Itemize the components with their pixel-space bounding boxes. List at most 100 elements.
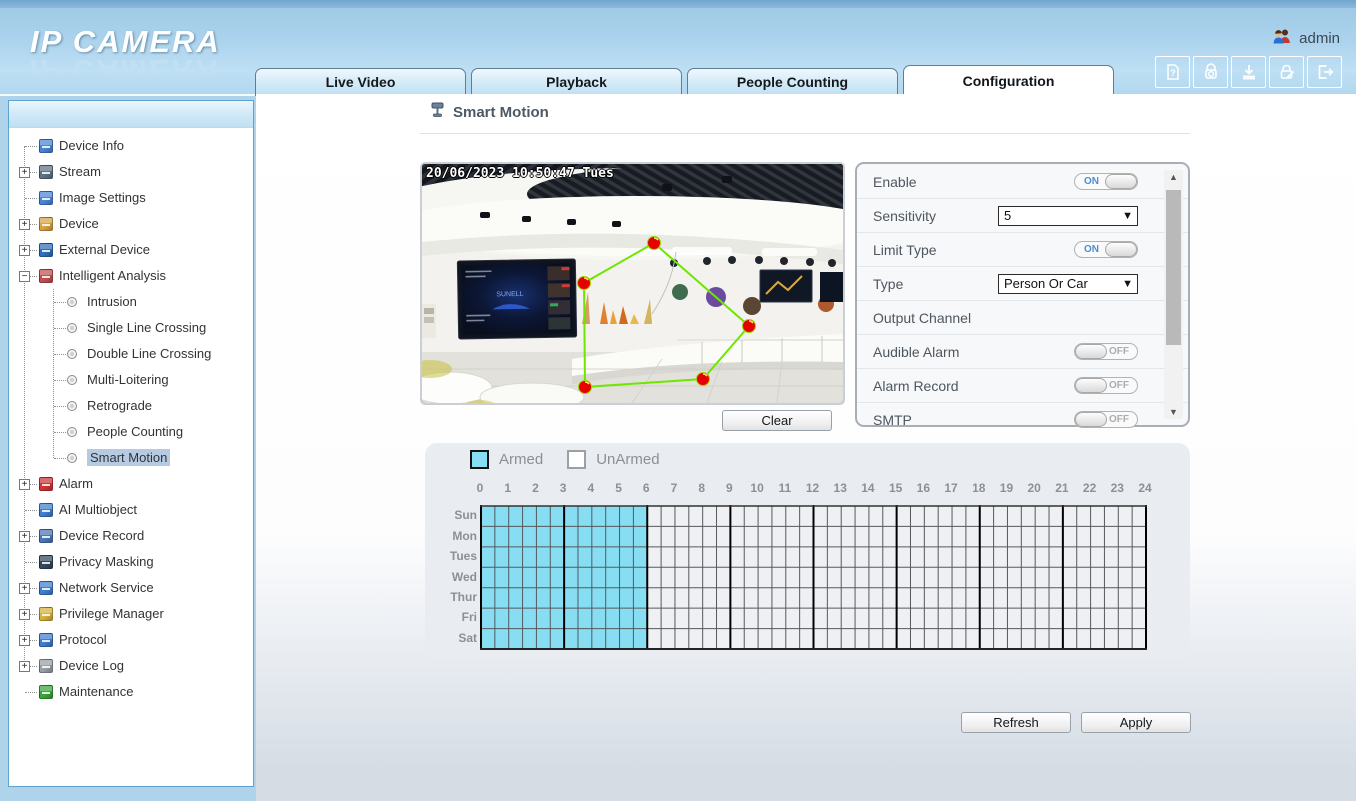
- audible-alarm-toggle[interactable]: OFF: [1074, 343, 1138, 360]
- sidebar-item-label: Retrograde: [87, 398, 152, 413]
- chevron-down-icon: ▼: [1122, 275, 1133, 293]
- type-select[interactable]: Person Or Car▼: [998, 274, 1138, 294]
- app-logo-reflection: IP CAMERA: [30, 52, 221, 88]
- sidebar-item-device-record[interactable]: + Device Record: [9, 523, 253, 549]
- sidebar-item-smart-motion[interactable]: Smart Motion: [9, 445, 253, 471]
- refresh-button[interactable]: Refresh: [961, 712, 1071, 733]
- toggle-knob[interactable]: [1105, 242, 1137, 257]
- sidebar-item-intelligent-analysis[interactable]: −Intelligent Analysis: [9, 263, 253, 289]
- sidebar-item-label: Device Log: [59, 658, 124, 673]
- hour-label: 3: [560, 481, 567, 495]
- help-icon[interactable]: ?: [1155, 56, 1190, 88]
- download-icon[interactable]: [1231, 56, 1266, 88]
- scroll-down-icon[interactable]: ▼: [1164, 407, 1183, 417]
- expand-icon[interactable]: +: [19, 479, 30, 490]
- setting-label: Type: [873, 276, 998, 292]
- sidebar-item-alarm[interactable]: +Alarm: [9, 471, 253, 497]
- sidebar-item-protocol[interactable]: +Protocol: [9, 627, 253, 653]
- tab-playback[interactable]: Playback: [471, 68, 682, 96]
- sidebar-item-double-line-crossing[interactable]: Double Line Crossing: [9, 341, 253, 367]
- tab-people-counting[interactable]: People Counting: [687, 68, 898, 96]
- sensitivity-select[interactable]: 5▼: [998, 206, 1138, 226]
- expand-icon[interactable]: +: [19, 245, 30, 256]
- radio-icon: [67, 453, 77, 463]
- network-service-icon: [39, 581, 53, 595]
- sidebar-item-ai-multiobject[interactable]: AI Multiobject: [9, 497, 253, 523]
- scrollbar-thumb[interactable]: [1166, 190, 1181, 345]
- sidebar-item-network-service[interactable]: + Network Service: [9, 575, 253, 601]
- scroll-up-icon[interactable]: ▲: [1164, 172, 1183, 182]
- toggle-knob[interactable]: [1105, 174, 1137, 189]
- svg-text:SUNELL: SUNELL: [496, 291, 523, 298]
- smtp-toggle[interactable]: OFF: [1074, 411, 1138, 428]
- toggle-knob[interactable]: [1075, 378, 1107, 393]
- expand-icon[interactable]: +: [19, 661, 30, 672]
- expand-icon[interactable]: +: [19, 609, 30, 620]
- schedule-grid[interactable]: [480, 505, 1147, 650]
- sidebar-item-label: Device Info: [59, 138, 124, 153]
- device-log-icon: [39, 659, 53, 673]
- limit-type-toggle[interactable]: ON: [1074, 241, 1138, 258]
- video-preview-canvas[interactable]: SUNELL: [420, 162, 845, 405]
- setting-label: Enable: [873, 174, 1074, 190]
- toggle-knob[interactable]: [1075, 412, 1107, 427]
- unarmed-label: UnArmed: [596, 451, 659, 468]
- tree-connector-stub: [54, 406, 66, 407]
- sidebar-item-device[interactable]: +Device: [9, 211, 253, 237]
- sidebar-item-maintenance[interactable]: Maintenance: [9, 679, 253, 705]
- title-divider: [420, 133, 1190, 134]
- armed-checkbox[interactable]: [470, 450, 489, 469]
- hour-label: 4: [587, 481, 594, 495]
- sidebar-item-label: Network Service: [59, 580, 154, 595]
- expand-icon[interactable]: +: [19, 219, 30, 230]
- hour-label: 22: [1083, 481, 1096, 495]
- about-icon[interactable]: [1193, 56, 1228, 88]
- tab-configuration[interactable]: Configuration: [903, 65, 1114, 96]
- sidebar-item-image-settings[interactable]: Image Settings: [9, 185, 253, 211]
- sidebar-item-privacy-masking[interactable]: Privacy Masking: [9, 549, 253, 575]
- sidebar-item-multi-loitering[interactable]: Multi-Loitering: [9, 367, 253, 393]
- device-info-icon: [39, 139, 53, 153]
- modify-password-icon[interactable]: [1269, 56, 1304, 88]
- sidebar-item-label: Multi-Loitering: [87, 372, 169, 387]
- sidebar-item-privilege-manager[interactable]: +Privilege Manager: [9, 601, 253, 627]
- tab-live-video[interactable]: Live Video: [255, 68, 466, 96]
- sidebar-item-people-counting[interactable]: People Counting: [9, 419, 253, 445]
- schedule-legend: Armed UnArmed: [470, 450, 660, 469]
- collapse-icon[interactable]: −: [19, 271, 30, 282]
- smart-motion-icon: [430, 102, 445, 122]
- expand-icon[interactable]: +: [19, 583, 30, 594]
- logout-icon[interactable]: [1307, 56, 1342, 88]
- enable-toggle[interactable]: ON: [1074, 173, 1138, 190]
- expand-icon[interactable]: +: [19, 167, 30, 178]
- setting-label: Sensitivity: [873, 208, 998, 224]
- sidebar-item-device-log[interactable]: + Device Log: [9, 653, 253, 679]
- sidebar-item-label: AI Multiobject: [59, 502, 137, 517]
- apply-button[interactable]: Apply: [1081, 712, 1191, 733]
- toggle-knob[interactable]: [1075, 344, 1107, 359]
- app-header: IP CAMERA IP CAMERA admin ?: [0, 0, 1356, 96]
- camera-scene: SUNELL: [422, 164, 843, 403]
- sidebar-item-intrusion[interactable]: Intrusion: [9, 289, 253, 315]
- sidebar-item-retrograde[interactable]: Retrograde: [9, 393, 253, 419]
- clear-button[interactable]: Clear: [722, 410, 832, 431]
- setting-row-output-channel: Output Channel: [857, 300, 1188, 334]
- day-label: Thur: [433, 590, 477, 604]
- sidebar-item-stream[interactable]: +Stream: [9, 159, 253, 185]
- sidebar-item-external-device[interactable]: +External Device: [9, 237, 253, 263]
- maintenance-icon: [39, 685, 53, 699]
- sidebar-header-bar: [9, 101, 253, 128]
- expand-icon[interactable]: +: [19, 635, 30, 646]
- sidebar-item-label: Device Record: [59, 528, 144, 543]
- tree-connector-stub: [54, 302, 66, 303]
- external-device-icon: [39, 243, 53, 257]
- unarmed-checkbox[interactable]: [567, 450, 586, 469]
- setting-label: SMTP: [873, 412, 1074, 428]
- sidebar-item-label: Privacy Masking: [59, 554, 154, 569]
- alarm-record-toggle[interactable]: OFF: [1074, 377, 1138, 394]
- sidebar-item-device-info[interactable]: Device Info: [9, 133, 253, 159]
- settings-scrollbar[interactable]: ▲ ▼: [1164, 170, 1183, 419]
- radio-icon: [67, 297, 77, 307]
- sidebar-item-single-line-crossing[interactable]: Single Line Crossing: [9, 315, 253, 341]
- expand-icon[interactable]: +: [19, 531, 30, 542]
